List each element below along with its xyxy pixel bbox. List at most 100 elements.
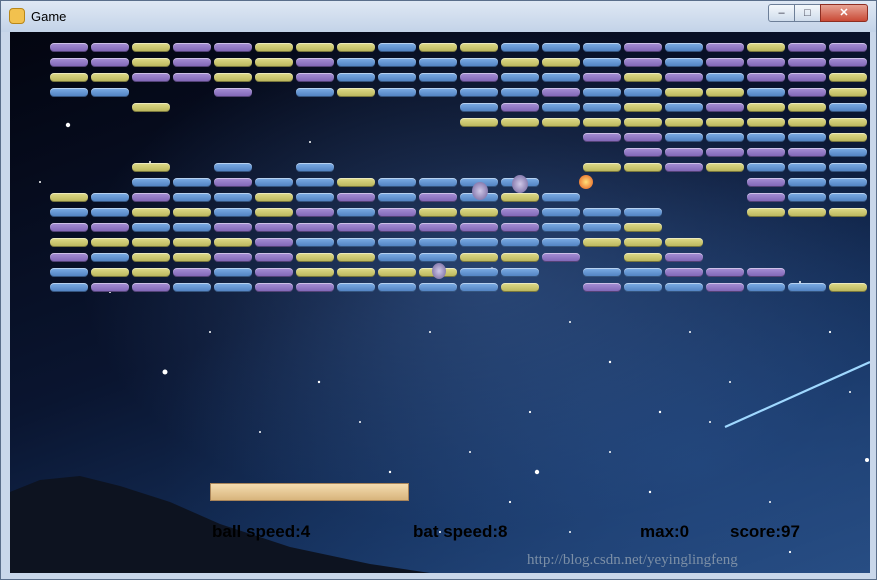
brick [337, 238, 375, 247]
brick [214, 43, 252, 52]
brick [378, 283, 416, 292]
brick [255, 73, 293, 82]
brick [501, 253, 539, 262]
brick [460, 253, 498, 262]
brick [296, 208, 334, 217]
brick [501, 43, 539, 52]
brick [665, 133, 703, 142]
brick [788, 193, 826, 202]
ball [579, 175, 593, 189]
brick [296, 223, 334, 232]
brick [665, 163, 703, 172]
brick [542, 103, 580, 112]
brick [706, 268, 744, 277]
brick [829, 178, 867, 187]
brick [788, 43, 826, 52]
brick [296, 58, 334, 67]
brick [583, 133, 621, 142]
brick [132, 178, 170, 187]
brick [624, 223, 662, 232]
brick [747, 208, 785, 217]
brick [91, 73, 129, 82]
brick [542, 88, 580, 97]
brick [706, 58, 744, 67]
brick [91, 208, 129, 217]
brick [747, 58, 785, 67]
brick [706, 118, 744, 127]
brick [419, 253, 457, 262]
brick [829, 58, 867, 67]
brick [624, 133, 662, 142]
brick [132, 208, 170, 217]
brick [255, 268, 293, 277]
title-bar[interactable]: Game – □ ✕ [1, 1, 876, 32]
score-label: score:97 [730, 522, 800, 541]
minimize-button[interactable]: – [768, 4, 795, 22]
brick [91, 223, 129, 232]
brick [583, 43, 621, 52]
brick [378, 253, 416, 262]
brick [706, 148, 744, 157]
brick [624, 253, 662, 262]
brick [419, 43, 457, 52]
brick [50, 238, 88, 247]
brick [173, 223, 211, 232]
brick [501, 268, 539, 277]
brick [214, 73, 252, 82]
brick [255, 58, 293, 67]
brick [296, 268, 334, 277]
brick [296, 88, 334, 97]
brick [788, 133, 826, 142]
brick [50, 208, 88, 217]
max-label: max:0 [640, 522, 690, 541]
brick [542, 253, 580, 262]
brick [91, 58, 129, 67]
brick [706, 133, 744, 142]
brick [173, 178, 211, 187]
game-canvas[interactable]: ball speed:4 bat speed:8 max:0 score:97 … [10, 32, 870, 573]
brick [132, 73, 170, 82]
brick [747, 103, 785, 112]
brick [91, 283, 129, 292]
brick [337, 88, 375, 97]
brick [337, 73, 375, 82]
close-button[interactable]: ✕ [820, 4, 868, 22]
maximize-button[interactable]: □ [794, 4, 821, 22]
brick [296, 238, 334, 247]
brick [337, 283, 375, 292]
brick [624, 268, 662, 277]
brick [747, 268, 785, 277]
brick [214, 283, 252, 292]
brick [583, 268, 621, 277]
brick [460, 58, 498, 67]
brick [296, 163, 334, 172]
brick [91, 253, 129, 262]
brick [788, 118, 826, 127]
brick [829, 118, 867, 127]
brick [747, 283, 785, 292]
brick [214, 88, 252, 97]
paddle[interactable] [210, 483, 409, 501]
brick [542, 58, 580, 67]
brick [706, 283, 744, 292]
brick [255, 238, 293, 247]
brick [665, 58, 703, 67]
brick [296, 253, 334, 262]
brick [706, 103, 744, 112]
brick [214, 208, 252, 217]
brick [50, 88, 88, 97]
brick [460, 268, 498, 277]
brick [173, 238, 211, 247]
brick [829, 73, 867, 82]
brick [378, 268, 416, 277]
brick [419, 73, 457, 82]
brick [624, 88, 662, 97]
brick [501, 238, 539, 247]
brick [583, 163, 621, 172]
brick [747, 43, 785, 52]
brick [829, 148, 867, 157]
brick [665, 43, 703, 52]
brick [624, 43, 662, 52]
brick [788, 163, 826, 172]
brick [173, 73, 211, 82]
